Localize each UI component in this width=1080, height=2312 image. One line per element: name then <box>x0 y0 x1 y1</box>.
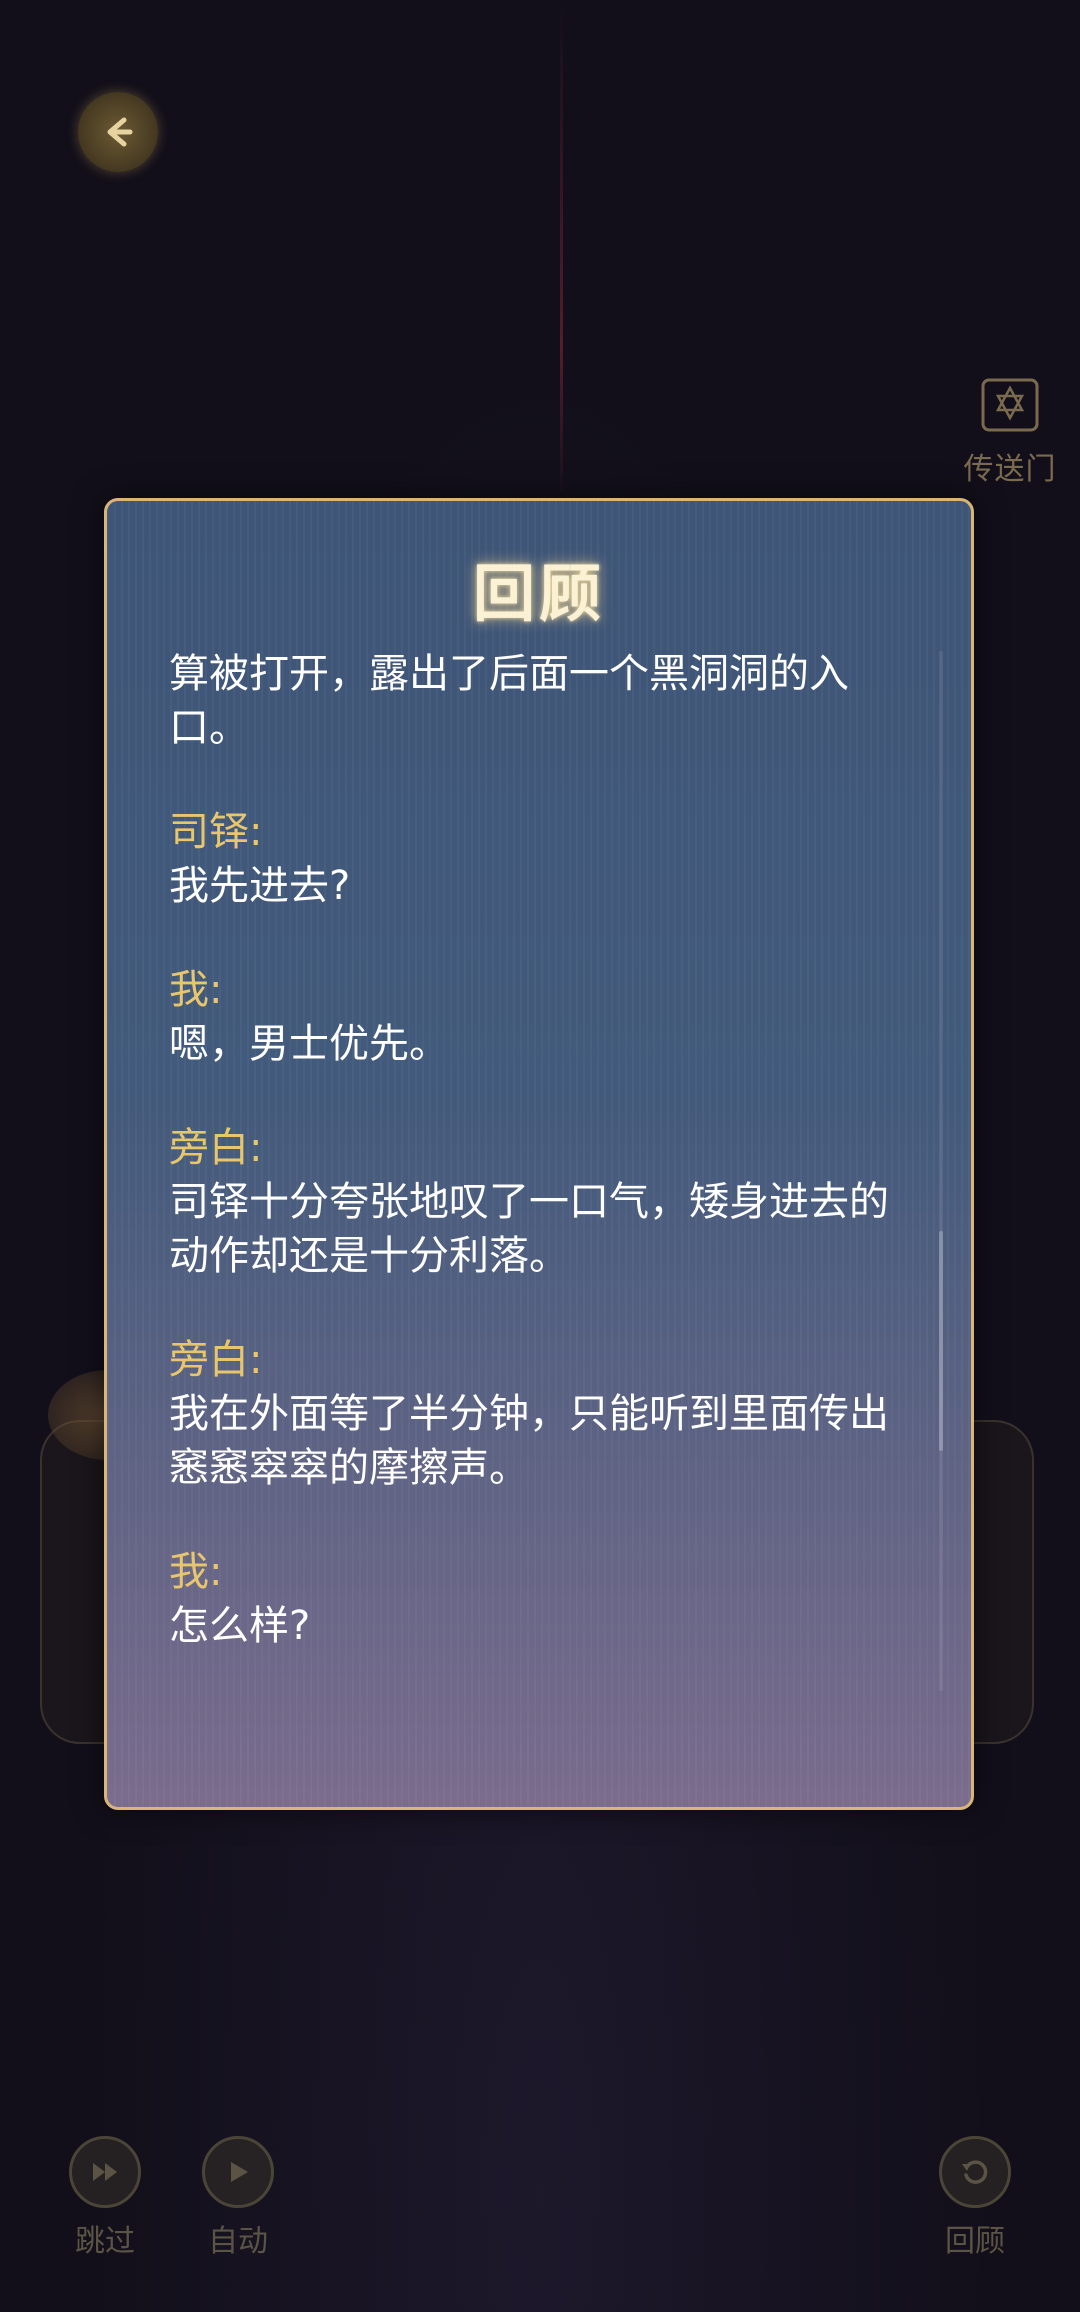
auto-circle <box>202 2136 274 2208</box>
review-button[interactable]: 回顾 <box>915 2136 1035 2260</box>
scrollbar-thumb[interactable] <box>939 1231 943 1451</box>
dialog-title: 回顾 <box>472 557 605 630</box>
skip-circle <box>69 2136 141 2208</box>
entry-text: 我在外面等了半分钟，只能听到里面传出窸窸窣窣的摩擦声。 <box>169 1391 889 1491</box>
auto-label: 自动 <box>208 2224 268 2259</box>
review-log[interactable]: 算被打开，露出了后面一个黑洞洞的入口。 司铎: 我先进去? 我: 嗯，男士优先。… <box>169 647 889 1703</box>
log-entry: 旁白: 我在外面等了半分钟，只能听到里面传出窸窸窣窣的摩擦声。 <box>169 1333 889 1495</box>
entry-speaker: 我: <box>169 1549 223 1595</box>
play-icon <box>231 2162 248 2182</box>
log-entry: 司铎: 我先进去? <box>169 805 889 913</box>
entry-text: 怎么样? <box>169 1603 311 1649</box>
log-entry: 旁白: 司铎十分夸张地叹了一口气，矮身进去的动作却还是十分利落。 <box>169 1121 889 1283</box>
background-thread <box>560 0 563 500</box>
skip-button[interactable]: 跳过 <box>45 2136 165 2260</box>
review-label: 回顾 <box>945 2224 1005 2259</box>
back-button[interactable] <box>78 92 158 172</box>
entry-speaker: 司铎: <box>169 809 263 855</box>
review-dialog: 回顾 算被打开，露出了后面一个黑洞洞的入口。 司铎: 我先进去? 我: 嗯，男士… <box>104 498 974 1810</box>
skip-label: 跳过 <box>75 2224 135 2259</box>
portal-button[interactable]: 传送门 <box>955 370 1065 488</box>
entry-text: 我先进去? <box>169 863 351 909</box>
history-icon <box>962 2160 988 2184</box>
entry-speaker: 旁白: <box>169 1125 263 1171</box>
entry-speaker: 旁白: <box>169 1337 263 1383</box>
fast-forward-icon <box>93 2163 117 2181</box>
entry-speaker: 我: <box>169 967 223 1013</box>
portal-label: 传送门 <box>963 452 1057 487</box>
portal-icon <box>981 378 1039 432</box>
entry-text: 算被打开，露出了后面一个黑洞洞的入口。 <box>169 651 849 751</box>
back-arrow-icon <box>107 117 133 147</box>
log-entry: 算被打开，露出了后面一个黑洞洞的入口。 <box>169 647 889 755</box>
log-entry: 我: 嗯，男士优先。 <box>169 963 889 1071</box>
scrollbar-track[interactable] <box>939 651 943 1691</box>
auto-button[interactable]: 自动 <box>178 2136 298 2260</box>
entry-text: 司铎十分夸张地叹了一口气，矮身进去的动作却还是十分利落。 <box>169 1179 889 1279</box>
entry-text: 嗯，男士优先。 <box>169 1021 449 1067</box>
story-screen: 传送门 回顾 算被打开，露出了后面一个黑洞洞的入口。 司铎: 我先进去? 我: … <box>0 0 1080 2312</box>
review-circle <box>939 2136 1011 2208</box>
log-entry: 我: 怎么样? <box>169 1545 889 1653</box>
